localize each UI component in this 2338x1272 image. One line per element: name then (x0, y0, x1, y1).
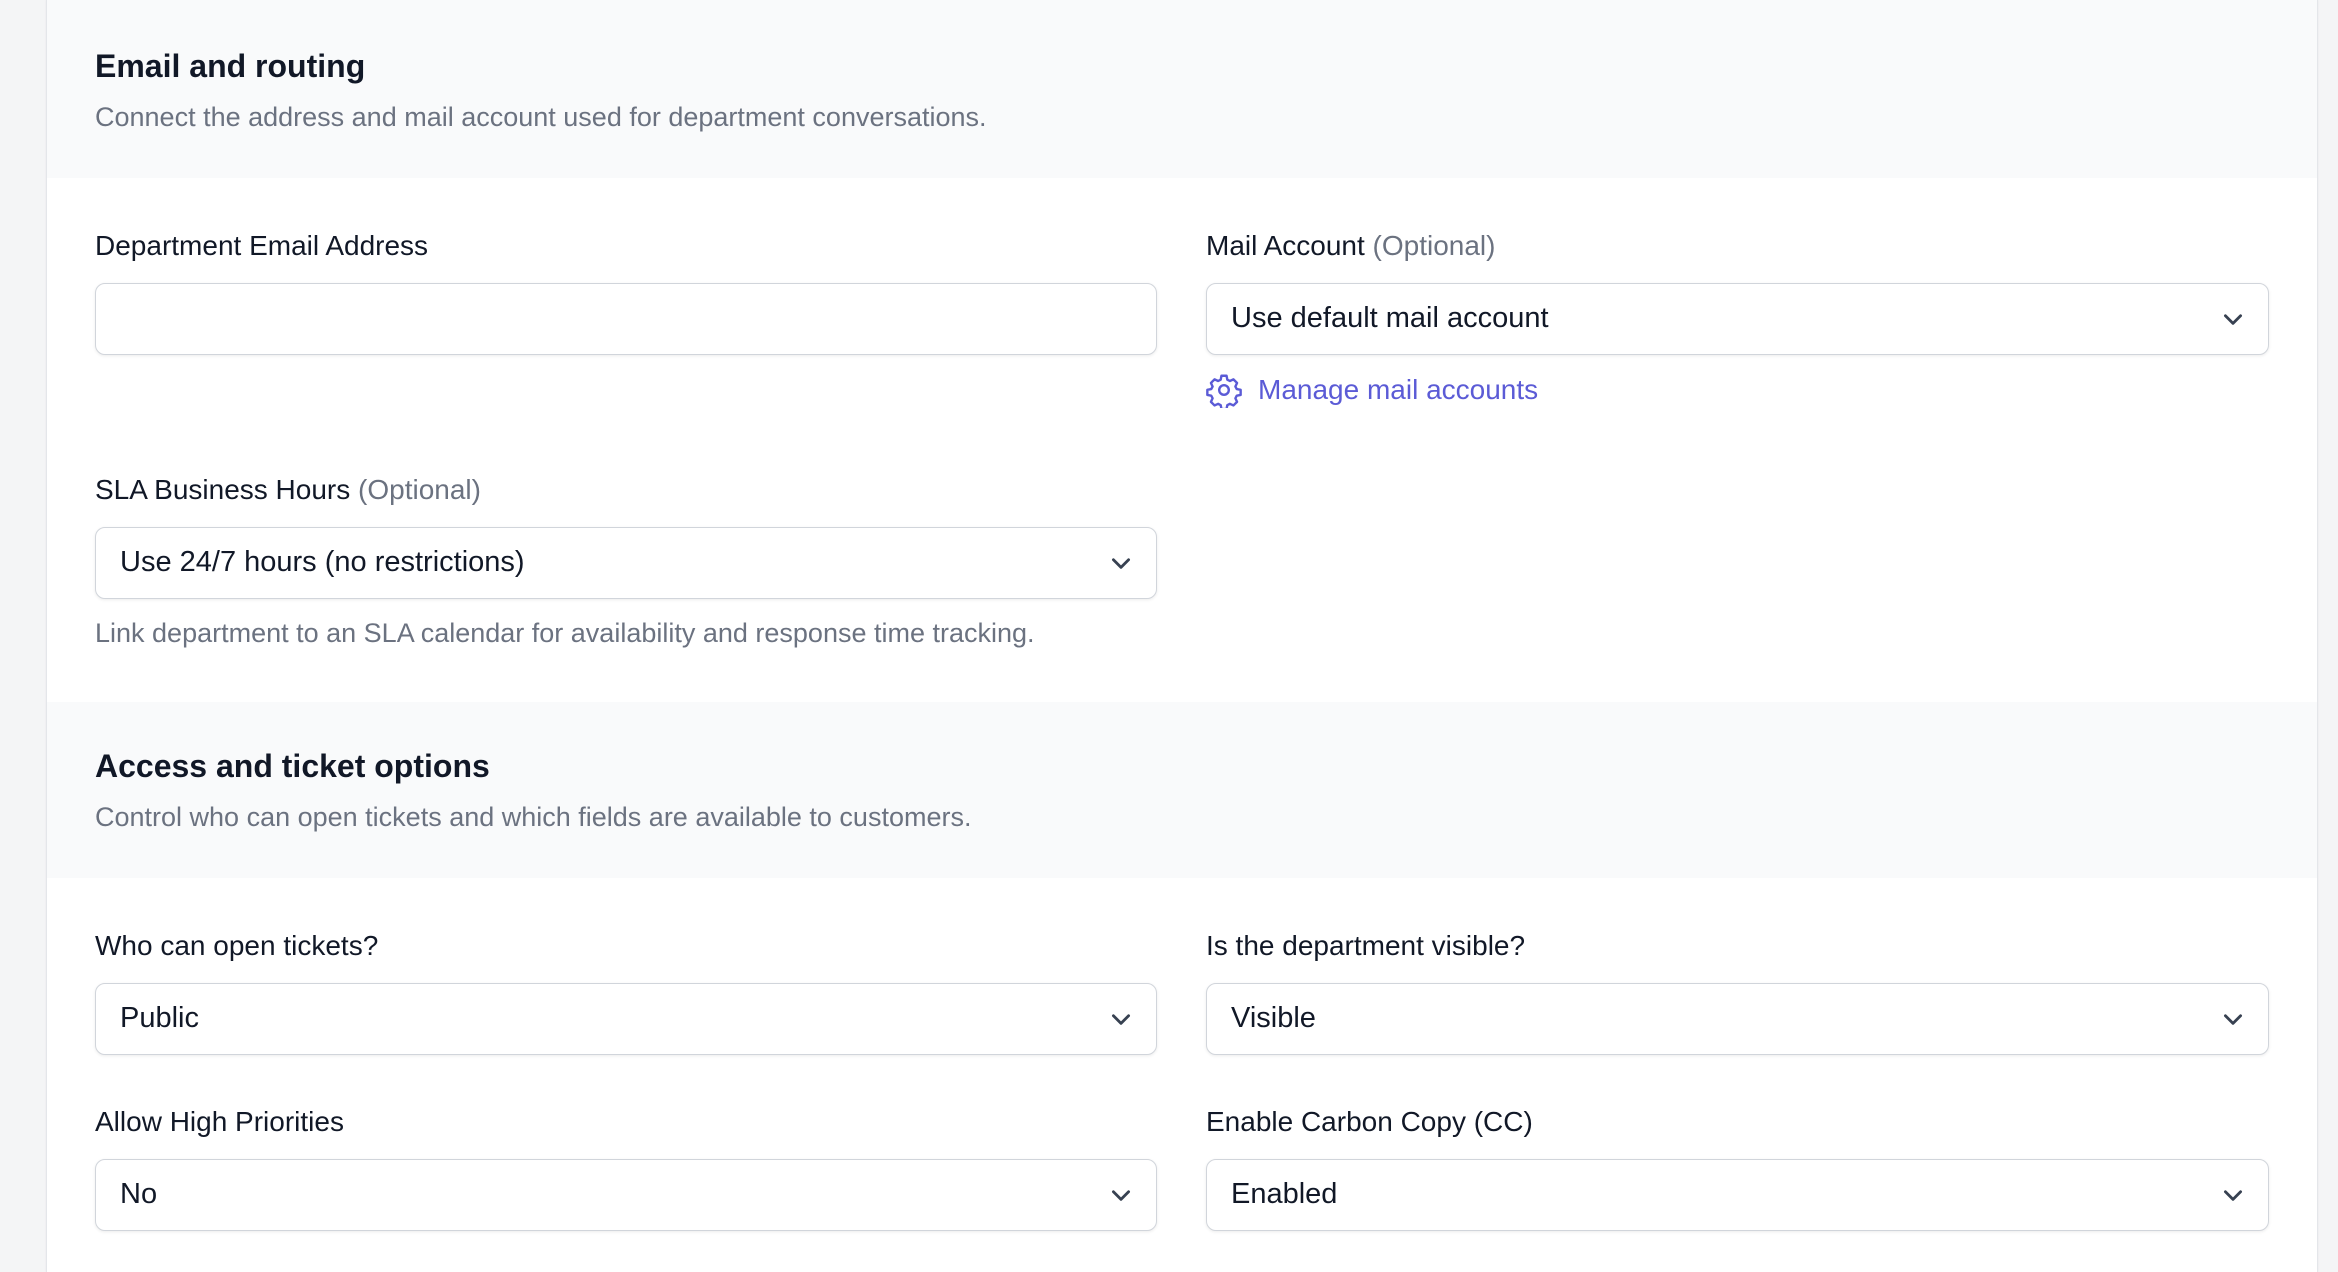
sla-business-hours-label: SLA Business Hours (Optional) (95, 474, 481, 505)
department-visible-select[interactable]: Visible (1206, 983, 2269, 1055)
optional-hint: (Optional) (358, 474, 481, 505)
chevron-down-icon (2224, 314, 2242, 325)
section-title: Email and routing (95, 48, 366, 84)
high-priorities-value: No (120, 1178, 158, 1210)
high-priorities-label: Allow High Priorities (95, 1106, 344, 1137)
chevron-down-icon (1112, 558, 1130, 569)
chevron-down-icon (2224, 1014, 2242, 1025)
who-can-open-label: Who can open tickets? (95, 930, 379, 961)
mail-account-select[interactable]: Use default mail account (1206, 283, 2269, 355)
who-can-open-select[interactable]: Public (95, 983, 1157, 1055)
section-description: Control who can open tickets and which f… (95, 802, 972, 832)
chevron-down-icon (1112, 1014, 1130, 1025)
who-can-open-value: Public (120, 1002, 199, 1034)
mail-account-value: Use default mail account (1231, 302, 1549, 334)
access-options-section-header: Access and ticket options Control who ca… (47, 702, 2317, 878)
optional-hint: (Optional) (1372, 230, 1496, 261)
sla-business-hours-value: Use 24/7 hours (no restrictions) (120, 546, 525, 578)
department-email-input[interactable] (95, 283, 1157, 355)
chevron-down-icon (2224, 1190, 2242, 1201)
sla-business-hours-select[interactable]: Use 24/7 hours (no restrictions) (95, 527, 1157, 599)
sla-help-text: Link department to an SLA calendar for a… (95, 618, 1035, 648)
chevron-down-icon (1112, 1190, 1130, 1201)
carbon-copy-value: Enabled (1231, 1178, 1338, 1210)
section-description: Connect the address and mail account use… (95, 102, 987, 132)
mail-account-label: Mail Account (Optional) (1206, 230, 1496, 261)
department-visible-label: Is the department visible? (1206, 930, 1526, 961)
manage-mail-accounts-link[interactable]: Manage mail accounts (1206, 372, 1538, 408)
high-priorities-select[interactable]: No (95, 1159, 1157, 1231)
email-routing-section-header: Email and routing Connect the address an… (47, 0, 2317, 178)
carbon-copy-label: Enable Carbon Copy (CC) (1206, 1106, 1533, 1137)
gear-icon (1206, 374, 1242, 408)
carbon-copy-select[interactable]: Enabled (1206, 1159, 2269, 1231)
department-visible-value: Visible (1231, 1002, 1316, 1034)
settings-card: Email and routing Connect the address an… (46, 0, 2318, 1272)
section-title: Access and ticket options (95, 748, 490, 784)
department-email-label: Department Email Address (95, 230, 429, 261)
